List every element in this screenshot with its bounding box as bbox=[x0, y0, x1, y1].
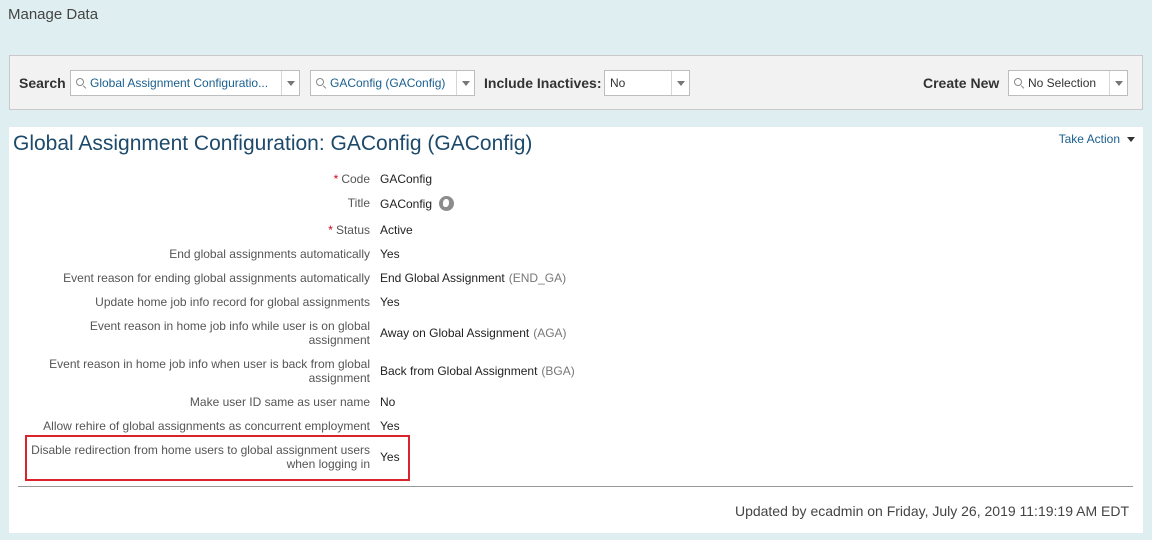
field-value: Back from Global Assignment (BGA) bbox=[380, 364, 575, 378]
field-value: GAConfig bbox=[380, 172, 433, 186]
search-icon bbox=[1014, 78, 1024, 88]
field-label: Event reason for ending global assignmen… bbox=[63, 271, 370, 285]
field-value: No bbox=[380, 395, 396, 409]
search-record-combo[interactable]: GAConfig (GAConfig) bbox=[310, 70, 475, 96]
field-label: * Status bbox=[328, 223, 370, 237]
field-label: Event reason in home job info when user … bbox=[49, 357, 370, 385]
include-inactives-select[interactable]: No bbox=[604, 70, 690, 96]
field-label: Update home job info record for global a… bbox=[95, 295, 370, 309]
field-label: * Code bbox=[333, 172, 370, 186]
search-label: Search bbox=[19, 75, 66, 91]
search-record-value: GAConfig (GAConfig) bbox=[330, 76, 446, 90]
field-label: Make user ID same as user name bbox=[189, 395, 370, 409]
field-label: Event reason in home job info while user… bbox=[89, 319, 370, 347]
field-label: Allow rehire of global assignments as co… bbox=[43, 419, 370, 433]
include-inactives-label: Include Inactives: bbox=[484, 75, 602, 91]
create-new-combo[interactable]: No Selection bbox=[1008, 70, 1128, 96]
take-action-label: Take Action bbox=[1058, 132, 1120, 146]
globe-icon[interactable] bbox=[439, 196, 455, 211]
search-type-combo[interactable]: Global Assignment Configuratio... bbox=[70, 70, 300, 96]
record-panel: Global Assignment Configuration: GAConfi… bbox=[9, 127, 1143, 533]
chevron-down-icon[interactable] bbox=[281, 71, 299, 95]
field-value: Yes bbox=[380, 295, 400, 309]
field-label: Title bbox=[347, 196, 370, 210]
take-action-button[interactable]: Take Action bbox=[1059, 132, 1135, 146]
search-icon bbox=[76, 78, 86, 88]
field-label: Disable redirection from home users to g… bbox=[31, 443, 370, 471]
chevron-down-icon[interactable] bbox=[1109, 71, 1127, 95]
create-new-value: No Selection bbox=[1028, 76, 1097, 90]
divider bbox=[18, 486, 1133, 487]
field-label: End global assignments automatically bbox=[169, 247, 370, 261]
field-value: Yes bbox=[380, 419, 400, 433]
chevron-down-icon[interactable] bbox=[671, 71, 689, 95]
field-value: Yes bbox=[380, 450, 400, 464]
field-value: Active bbox=[380, 223, 413, 237]
updated-by-footer: Updated by ecadmin on Friday, July 26, 2… bbox=[734, 503, 1129, 519]
field-value: Away on Global Assignment (AGA) bbox=[380, 326, 567, 340]
search-icon bbox=[316, 78, 326, 88]
record-title: Global Assignment Configuration: GAConfi… bbox=[13, 132, 533, 155]
include-inactives-value: No bbox=[610, 76, 626, 90]
create-new-label: Create New bbox=[923, 75, 1000, 91]
search-type-value: Global Assignment Configuratio... bbox=[90, 76, 269, 90]
field-value: GAConfig bbox=[380, 196, 455, 211]
page-title: Manage Data bbox=[8, 6, 99, 23]
chevron-down-icon[interactable] bbox=[456, 71, 474, 95]
search-bar: Search Global Assignment Configuratio...… bbox=[9, 55, 1143, 110]
field-value: Yes bbox=[380, 247, 400, 261]
field-value: End Global Assignment (END_GA) bbox=[380, 271, 567, 285]
caret-down-icon bbox=[1127, 136, 1135, 142]
